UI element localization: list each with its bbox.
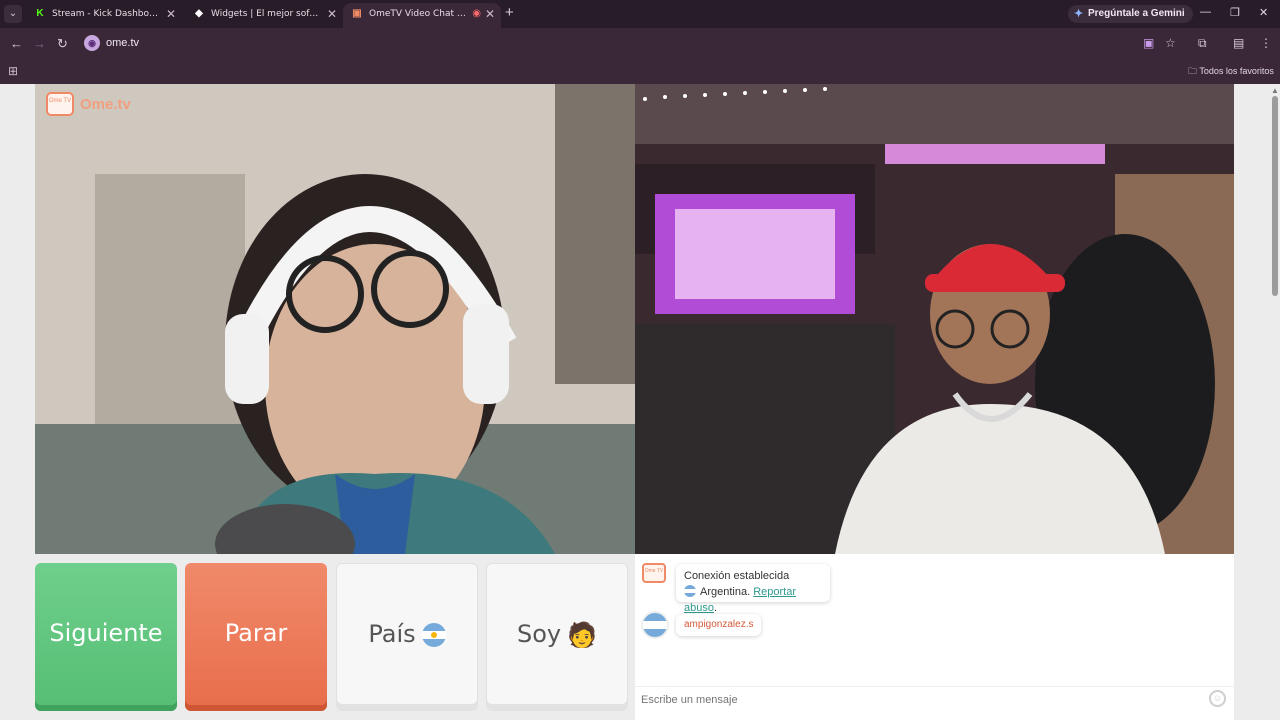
back-arrow-icon[interactable]: ← — [10, 36, 23, 51]
browser-toolbar — [0, 28, 1280, 58]
bookmarks-bar — [0, 58, 1280, 84]
tab-search-chevron-icon[interactable]: ⌄ — [4, 5, 22, 23]
address-bar[interactable]: ome.tv — [106, 37, 139, 49]
media-capture-icon[interactable]: ▣ — [1143, 36, 1154, 50]
ask-gemini-label: Pregúntale a Gemini — [1088, 8, 1185, 19]
close-window-icon[interactable]: ✕ — [1259, 6, 1268, 19]
male-face-icon: 🧑 — [567, 621, 597, 649]
tab-kick-dashboard[interactable]: K Stream - Kick Dashboard ✕ — [26, 3, 182, 28]
message-input[interactable] — [641, 692, 1201, 708]
folder-icon: 🗀 — [1188, 66, 1198, 76]
next-button[interactable]: Siguiente — [35, 563, 177, 711]
gender-button-label: Soy — [516, 620, 562, 648]
ometv-icon: ▣ — [352, 8, 362, 19]
tab-title: Widgets | El mejor software para — [211, 9, 321, 19]
ometv-system-icon: Ome TV — [642, 563, 666, 583]
partner-video-feed — [635, 84, 1234, 554]
local-video-feed — [35, 84, 635, 554]
bookmark-star-icon[interactable]: ☆ — [1165, 36, 1176, 50]
extensions-icon[interactable]: ⧉ — [1198, 36, 1207, 51]
new-tab-icon[interactable]: + — [505, 4, 514, 21]
ask-gemini-button[interactable]: ✦ Pregúntale a Gemini — [1068, 5, 1193, 23]
all-bookmarks-folder[interactable]: 🗀 Todos los favoritos — [1188, 64, 1274, 80]
scrollbar-thumb[interactable] — [1272, 96, 1278, 296]
restore-icon[interactable]: ❐ — [1230, 6, 1240, 19]
connection-status-text: Conexión establecida — [684, 570, 790, 582]
minimize-icon[interactable]: — — [1200, 6, 1211, 18]
close-tab-icon[interactable]: ✕ — [485, 3, 495, 25]
argentina-flag-icon — [421, 623, 446, 647]
stop-button[interactable]: Parar — [185, 563, 327, 711]
profile-avatar[interactable]: ▤ — [1233, 36, 1244, 50]
recording-icon: ◉ — [472, 8, 481, 19]
system-icon-text: Ome TV — [644, 568, 664, 574]
partner-country-text: Argentina. — [700, 586, 751, 598]
ometv-tv-icon: Ome TV — [46, 92, 74, 116]
stop-button-label: Parar — [224, 619, 288, 647]
partner-avatar — [643, 613, 667, 637]
report-suffix: . — [713, 602, 718, 614]
message-composer: ☺ — [635, 686, 1234, 712]
argentina-flag-icon — [684, 585, 696, 597]
site-info-icon[interactable]: ◉ — [84, 35, 100, 51]
logo-name: Ome.tv — [80, 96, 131, 113]
partner-country-line: Argentina. Reportar abuso. — [684, 584, 822, 616]
tab-ometv[interactable]: ▣ OmeTV Video Chat — Ome ◉ ✕ — [343, 3, 501, 28]
tab-title: Stream - Kick Dashboard — [52, 9, 162, 19]
partner-message: ampigonzalez.s — [676, 614, 762, 636]
gender-select-button[interactable]: Soy 🧑 — [486, 563, 628, 711]
next-button-label: Siguiente — [49, 619, 163, 647]
partner-username[interactable]: ampigonzalez.s — [684, 619, 753, 630]
reload-icon[interactable]: ↻ — [57, 36, 68, 52]
country-select-button[interactable]: País — [336, 563, 478, 711]
widgets-icon: ◆ — [195, 8, 203, 19]
gemini-sparkle-icon: ✦ — [1074, 8, 1084, 20]
forward-arrow-icon[interactable]: → — [33, 36, 46, 51]
local-video-scene — [35, 84, 635, 554]
scroll-up-icon[interactable]: ▲ — [1271, 86, 1279, 95]
kick-icon: K — [36, 8, 44, 19]
apps-grid-icon[interactable]: ⊞ — [8, 64, 18, 78]
close-tab-icon[interactable]: ✕ — [166, 3, 176, 25]
tab-widgets[interactable]: ◆ Widgets | El mejor software para ✕ — [185, 3, 343, 28]
all-bookmarks-label: Todos los favoritos — [1199, 66, 1274, 76]
country-button-label: País — [368, 620, 416, 648]
tab-title: OmeTV Video Chat — Ome — [369, 9, 469, 19]
logo-tv-text: Ome TV — [48, 98, 72, 104]
system-message: Conexión establecida Argentina. Reportar… — [676, 564, 830, 614]
close-tab-icon[interactable]: ✕ — [327, 3, 337, 25]
emoji-icon[interactable]: ☺ — [1209, 690, 1226, 707]
partner-video-scene — [635, 84, 1234, 554]
menu-kebab-icon[interactable]: ⋮ — [1260, 36, 1272, 50]
